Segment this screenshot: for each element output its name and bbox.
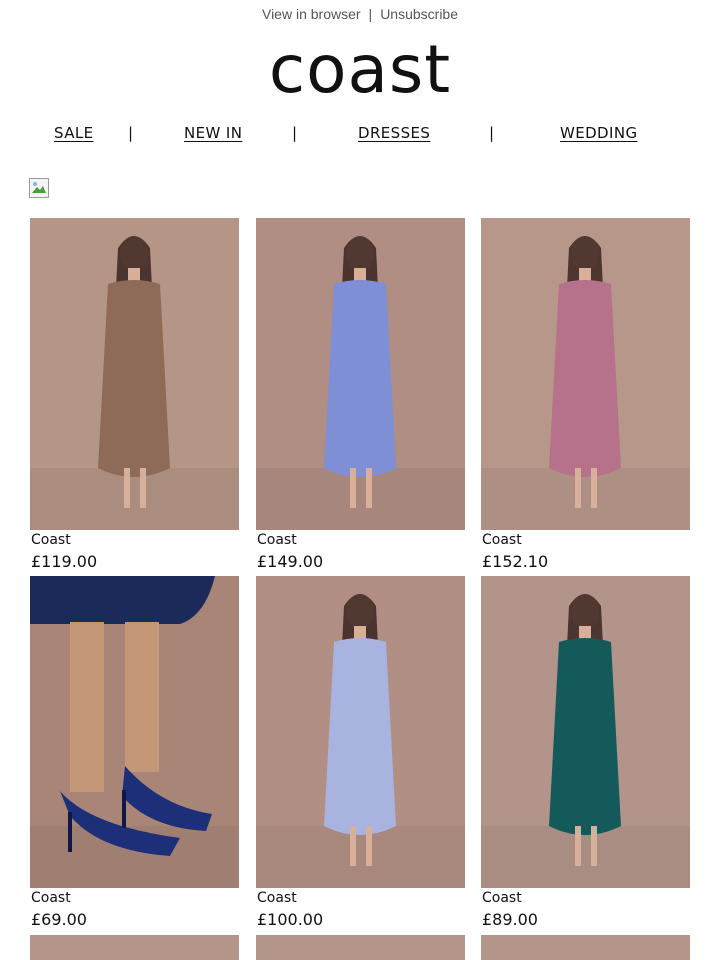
header-separator: | bbox=[368, 6, 373, 22]
product-image-navy-bow-slingback-heels[interactable] bbox=[30, 576, 239, 888]
product-image-partial[interactable] bbox=[30, 935, 239, 960]
nav-divider: | bbox=[489, 124, 495, 142]
nav-sale-link[interactable]: SALE bbox=[54, 124, 94, 142]
email-header-links: View in browser | Unsubscribe bbox=[0, 6, 720, 22]
product-brand: Coast bbox=[31, 890, 71, 906]
product-image-lilac-floral-tiered-maxi-dress[interactable] bbox=[256, 576, 465, 888]
product-card[interactable]: Coast £100.00 bbox=[256, 576, 465, 929]
unsubscribe-link[interactable]: Unsubscribe bbox=[380, 6, 458, 22]
product-price: £119.00 bbox=[31, 552, 98, 571]
broken-image-icon bbox=[29, 178, 49, 198]
nav-new-in-link[interactable]: NEW IN bbox=[184, 124, 242, 142]
product-price: £69.00 bbox=[31, 910, 87, 929]
nav-divider: | bbox=[292, 124, 298, 142]
product-price: £89.00 bbox=[482, 910, 538, 929]
product-image-partial[interactable] bbox=[256, 935, 465, 960]
product-card[interactable]: Coast £69.00 bbox=[30, 576, 239, 929]
product-brand: Coast bbox=[482, 890, 522, 906]
nav-wedding-link[interactable]: WEDDING bbox=[560, 124, 637, 142]
product-card[interactable]: Coast £89.00 bbox=[481, 576, 690, 929]
product-brand: Coast bbox=[482, 532, 522, 548]
nav-divider: | bbox=[128, 124, 134, 142]
product-image-teal-lace-bardot-dress[interactable] bbox=[481, 576, 690, 888]
product-price: £149.00 bbox=[257, 552, 324, 571]
brand-logo[interactable]: coast bbox=[0, 30, 720, 110]
product-card[interactable]: Coast £152.10 bbox=[481, 218, 690, 571]
product-brand: Coast bbox=[257, 532, 297, 548]
product-brand: Coast bbox=[257, 890, 297, 906]
product-price: £100.00 bbox=[257, 910, 324, 929]
nav-dresses-link[interactable]: DRESSES bbox=[358, 124, 430, 142]
product-image-mocha-satin-midi-dress[interactable] bbox=[30, 218, 239, 530]
product-price: £152.10 bbox=[482, 552, 549, 571]
product-image-pink-embroidered-midi-dress[interactable] bbox=[481, 218, 690, 530]
view-in-browser-link[interactable]: View in browser bbox=[262, 6, 361, 22]
product-image-blue-floral-cape-maxi-dress[interactable] bbox=[256, 218, 465, 530]
main-navigation: SALE | NEW IN | DRESSES | WEDDING bbox=[0, 124, 720, 144]
product-image-partial[interactable] bbox=[481, 935, 690, 960]
product-brand: Coast bbox=[31, 532, 71, 548]
product-card[interactable]: Coast £119.00 bbox=[30, 218, 239, 571]
product-card[interactable]: Coast £149.00 bbox=[256, 218, 465, 571]
